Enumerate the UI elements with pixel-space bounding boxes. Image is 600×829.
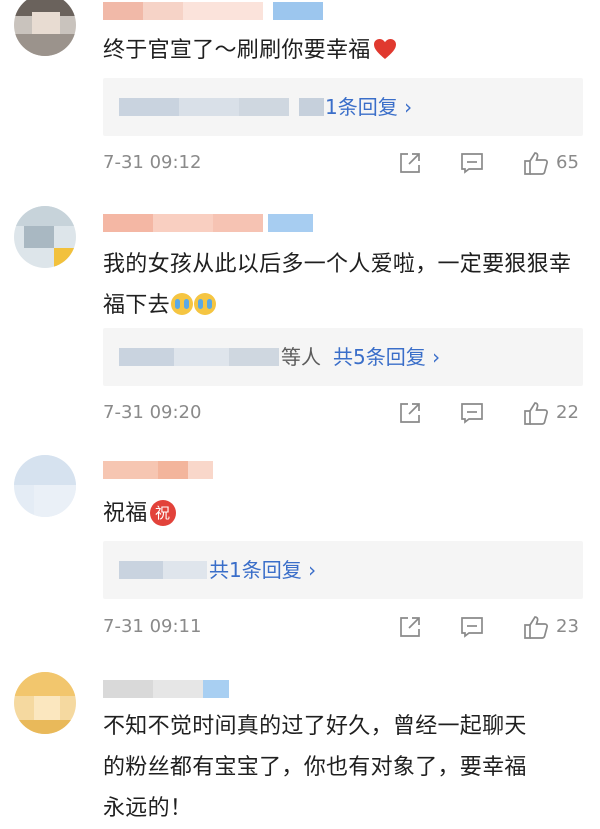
reply-preview[interactable]: 1条回复 › [103,78,583,136]
reply-names-blurred [119,98,324,116]
username-blurred[interactable] [103,461,213,479]
like-button[interactable]: 22 [523,401,585,425]
view-replies-link[interactable]: 共1条回复 › [209,541,316,599]
reply-names-blurred [119,348,279,366]
comment-text-line: 永远的！ [103,796,193,821]
avatar[interactable] [14,206,76,268]
avatar[interactable] [14,672,76,734]
reply-preview[interactable]: 等人 共5条回复 › [103,328,583,386]
comment-icon[interactable] [460,151,484,175]
reply-names-blurred [119,561,207,579]
username-blurred[interactable] [103,2,323,20]
comment-meta: 7-31 09:11 23 [103,612,586,642]
thumbs-up-icon [524,616,548,639]
like-count: 22 [556,402,579,423]
avatar[interactable] [14,0,76,56]
username-blurred[interactable] [103,214,313,232]
reply-preview[interactable]: 共1条回复 › [103,541,583,599]
comment-text: 终于官宣了～刷刷你要幸福 [103,30,578,71]
comment-meta: 7-31 09:20 22 [103,398,586,428]
view-replies-link[interactable]: 1条回复 › [325,78,412,136]
crying-emoji [170,293,193,315]
like-count: 23 [556,616,579,637]
comment-text: 不知不觉时间真的过了好久，曾经一起聊天 的粉丝都有宝宝了，你也有对象了，要幸福 … [103,706,578,829]
comment-text-line: 不知不觉时间真的过了好久，曾经一起聊天 [103,714,527,739]
like-count: 65 [556,152,579,173]
comment-time: 7-31 09:20 [103,402,202,423]
comment-text: 我的女孩从此以后多一个人爱啦，一定要狠狠幸福下去 [103,252,572,318]
comment-time: 7-31 09:12 [103,152,202,173]
comment-meta: 7-31 09:12 65 [103,148,586,178]
zhu-emoji: 祝 [149,500,176,526]
comment-text: 祝福祝 [103,493,578,534]
comment-icon[interactable] [460,401,484,425]
thumbs-up-icon [524,152,548,175]
avatar[interactable] [14,455,76,517]
comment-time: 7-31 09:11 [103,616,202,637]
like-button[interactable]: 65 [523,151,585,175]
heart-emoji [373,39,396,59]
like-button[interactable]: 23 [523,615,585,639]
crying-emoji [193,293,216,315]
comment-text-line: 的粉丝都有宝宝了，你也有对象了，要幸福 [103,755,527,780]
share-icon[interactable] [398,615,422,639]
comment-icon[interactable] [460,615,484,639]
share-icon[interactable] [398,401,422,425]
username-blurred[interactable] [103,680,229,698]
share-icon[interactable] [398,151,422,175]
thumbs-up-icon [524,402,548,425]
view-replies-link[interactable]: 等人 共5条回复 › [281,328,440,386]
